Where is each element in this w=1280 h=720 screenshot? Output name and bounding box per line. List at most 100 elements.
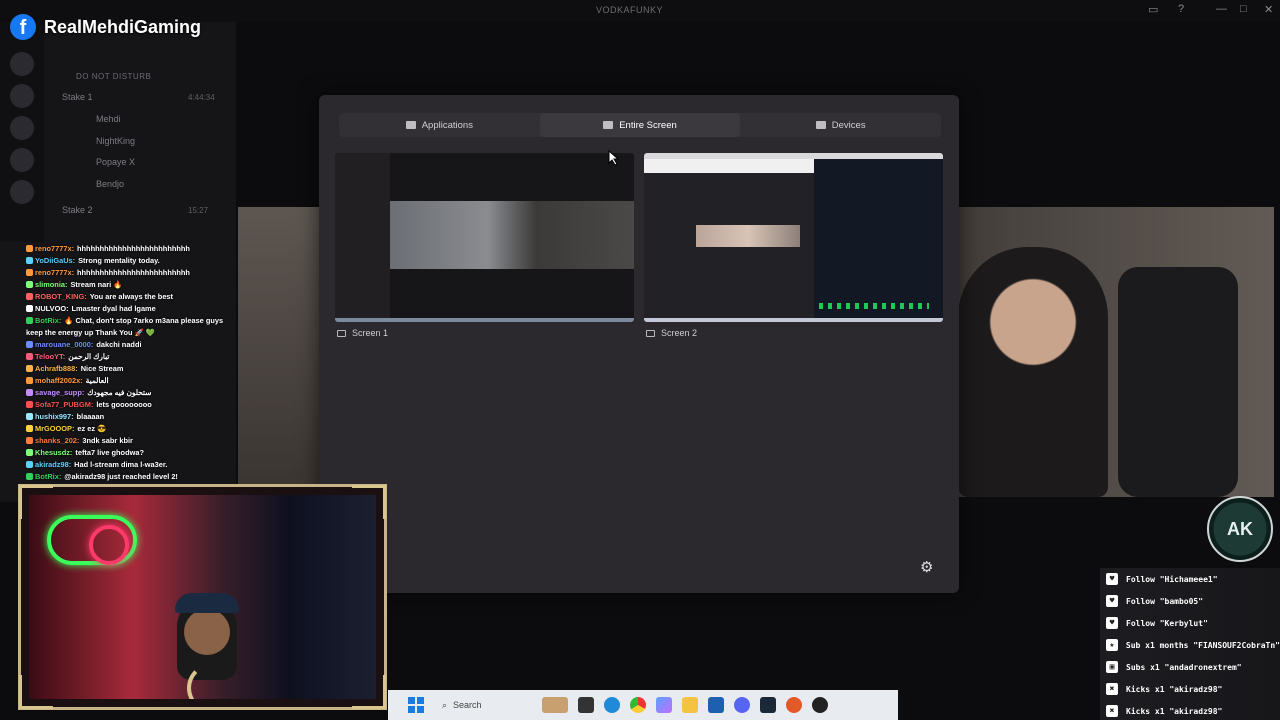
chat-username[interactable]: NULVOO:	[35, 304, 69, 313]
alert-text: Follow "bambo05"	[1126, 596, 1204, 606]
chat-text: hhhhhhhhhhhhhhhhhhhhhhhhh	[77, 244, 190, 253]
chat-username[interactable]: akiradz98:	[35, 460, 71, 469]
alerts-feed: ♥ Follow "Hichameee1" ♥ Follow "bambo05" ♥ Fo…	[1100, 568, 1280, 720]
chat-username[interactable]: slimonia:	[35, 280, 67, 289]
voice-user[interactable]: NightKing	[96, 136, 135, 146]
kick-icon: ✖	[1106, 705, 1118, 717]
server-icon[interactable]	[10, 116, 34, 140]
camera-icon	[815, 121, 826, 129]
tab-entire-screen[interactable]: Entire Screen	[539, 113, 741, 137]
widgets-icon[interactable]	[542, 697, 568, 713]
chat-username[interactable]: Achrafb888:	[35, 364, 78, 373]
chat-username[interactable]: shanks_202:	[35, 436, 79, 445]
chat-text: @akiradz98 just reached level 2!	[64, 472, 178, 481]
stream-screen: VODKAFUNKY ▭ ? — □ ✕ DO NOT DISTURB Stak…	[0, 0, 1280, 720]
thumb-sidebar	[335, 153, 390, 322]
chat-username[interactable]: Sofa77_PUBGM:	[35, 400, 93, 409]
tab-devices[interactable]: Devices	[740, 113, 941, 137]
chat-badge-icon	[26, 413, 33, 420]
obs-icon[interactable]	[812, 697, 828, 713]
chat-message: mohaff2002x: العالمية	[26, 375, 231, 387]
chat-message: BotRix: 🔥 Chat, don't stop 7arko m3ana pl…	[26, 315, 231, 339]
chat-username[interactable]: mohaff2002x:	[35, 376, 83, 385]
chat-username[interactable]: BotRix:	[35, 316, 61, 325]
chat-message: akiradz98: Had l-stream dima l-wa3er.	[26, 459, 231, 471]
alert-text: Follow "Hichameee1"	[1126, 574, 1218, 584]
guest-person	[958, 247, 1108, 497]
dnd-status: DO NOT DISTURB	[76, 72, 152, 81]
gear-icon[interactable]: ⚙	[920, 558, 933, 576]
chat-username[interactable]: BotRix:	[35, 472, 61, 481]
store-icon[interactable]	[708, 697, 724, 713]
alert-text: Sub x1 months "FIANSOUF2CobraTn"	[1125, 640, 1280, 650]
voice-channel[interactable]: Stake 2	[62, 205, 93, 215]
chat-username[interactable]: reno7777x:	[35, 268, 74, 277]
heart-icon: ♥	[1106, 573, 1118, 585]
app-icon[interactable]	[786, 697, 802, 713]
chat-badge-icon	[26, 401, 33, 408]
folder-icon[interactable]	[682, 697, 698, 713]
streamer-cap	[175, 593, 239, 613]
discord-icon[interactable]	[734, 697, 750, 713]
chat-username[interactable]: reno7777x:	[35, 244, 74, 253]
chat-text: العالمية	[85, 376, 109, 385]
chat-username[interactable]: MrGOOOP:	[35, 424, 74, 433]
voice-channel[interactable]: Stake 1	[62, 92, 93, 102]
chat-username[interactable]: savage_supp:	[35, 388, 84, 397]
chat-username[interactable]: hushix997:	[35, 412, 74, 421]
alert-item: ▣ Subs x1 "andadronextrem"	[1100, 656, 1280, 678]
chat-text: Had l-stream dima l-wa3er.	[74, 460, 168, 469]
voice-user[interactable]: Mehdi	[96, 114, 121, 124]
server-icon[interactable]	[10, 52, 34, 76]
frame-ornament	[352, 675, 386, 709]
chat-username[interactable]: YoDiiGaUs:	[35, 256, 75, 265]
voice-user[interactable]: Bendjo	[96, 179, 124, 189]
chat-username[interactable]: Khesusdz:	[35, 448, 72, 457]
maximize-icon[interactable]: □	[1240, 3, 1247, 15]
taskbar-search[interactable]: ⌕ Search	[442, 700, 532, 711]
chat-message: Khesusdz: tefta7 live ghodwa?	[26, 447, 231, 459]
copilot-icon[interactable]	[656, 697, 672, 713]
chat-badge-icon	[26, 341, 33, 348]
screen-1-label[interactable]: Screen 1	[337, 328, 388, 338]
chat-message: ROBOT_KING: You are always the best	[26, 291, 231, 303]
edge-icon[interactable]	[604, 697, 620, 713]
chat-badge-icon	[26, 257, 33, 264]
voice-user[interactable]: Popaye X	[96, 157, 135, 167]
screen-2-thumbnail[interactable]	[644, 153, 943, 322]
screen-2-label[interactable]: Screen 2	[646, 328, 697, 338]
alert-item: ♥ Follow "Hichameee1"	[1100, 568, 1280, 590]
tab-applications[interactable]: Applications	[339, 113, 540, 137]
chat-text: 3ndk sabr kbir	[82, 436, 133, 445]
chat-badge-icon	[26, 305, 33, 312]
server-icon[interactable]	[10, 84, 34, 108]
inbox-icon[interactable]: ▭	[1148, 3, 1158, 16]
chat-badge-icon	[26, 449, 33, 456]
chat-username[interactable]: TelooYT:	[35, 352, 65, 361]
server-icon[interactable]	[10, 148, 34, 172]
windows-start-icon[interactable]	[408, 697, 424, 713]
streamer-video	[29, 495, 376, 699]
chat-username[interactable]: ROBOT_KING:	[35, 292, 87, 301]
tab-label: Entire Screen	[619, 119, 677, 131]
steam-icon[interactable]	[760, 697, 776, 713]
help-icon[interactable]: ?	[1178, 3, 1184, 15]
share-tabs: Applications Entire Screen Devices	[339, 113, 941, 137]
close-icon[interactable]: ✕	[1264, 3, 1273, 16]
minimize-icon[interactable]: —	[1216, 3, 1227, 15]
task-view-icon[interactable]	[578, 697, 594, 713]
chat-username[interactable]: marouane_0000:	[35, 340, 93, 349]
voice-channel-time: 15:27	[188, 206, 209, 215]
chrome-icon[interactable]	[630, 697, 646, 713]
thumb-browser-bar	[644, 159, 814, 173]
server-icon[interactable]	[10, 180, 34, 204]
chat-badge-icon	[26, 377, 33, 384]
alert-text: Subs x1 "andadronextrem"	[1126, 662, 1242, 672]
chat-badge-icon	[26, 281, 33, 288]
kick-icon: ✖	[1106, 683, 1118, 695]
screen-1-thumbnail[interactable]	[335, 153, 634, 322]
guest-room-wall	[238, 207, 328, 497]
chat-badge-icon	[26, 317, 33, 324]
screen-share-dialog: Applications Entire Screen Devices Scree…	[319, 95, 959, 593]
ak-channel-logo: AK	[1207, 496, 1273, 562]
